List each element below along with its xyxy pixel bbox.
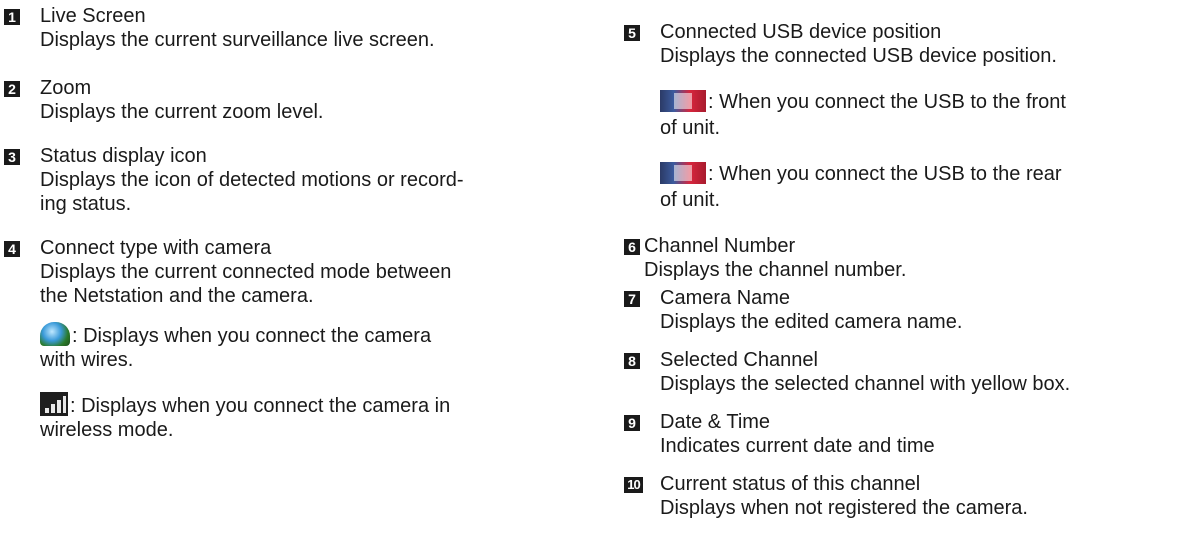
number-badge: 5 [624, 25, 640, 41]
item-title: Channel Number [644, 235, 796, 257]
number-badge: 10 [624, 477, 643, 493]
item-title: Connect type with camera [40, 237, 272, 259]
note-text: : When you connect the USB to the rear [708, 163, 1062, 185]
number-badge: 2 [4, 81, 20, 97]
note-wireless: : Displays when you connect the camera i… [40, 392, 580, 442]
item-title: Connected USB device position [660, 21, 942, 43]
item-description: Displays the current connected mode betw… [40, 261, 452, 283]
note-text: : Displays when you connect the camera i… [70, 395, 451, 417]
note-usb-rear: : When you connect the USB to the rear [660, 162, 1177, 186]
item-description: Displays the current surveillance live s… [40, 29, 435, 51]
item-description: Displays the current zoom level. [40, 101, 324, 123]
item-description: ing status. [40, 193, 132, 215]
item-description: Indicates current date and time [660, 435, 935, 457]
note-text: : When you connect the USB to the front [708, 91, 1066, 113]
number-badge: 3 [4, 149, 20, 165]
number-badge: 9 [624, 415, 640, 431]
item-title: Date & Time [660, 411, 771, 433]
item-description: the Netstation and the camera. [40, 285, 314, 307]
item-title: Camera Name [660, 287, 791, 309]
note-wired: : Displays when you connect the camera w… [40, 322, 580, 372]
item-title: Selected Channel [660, 349, 818, 371]
note-text: wireless mode. [40, 419, 174, 441]
note-text: with wires. [40, 349, 134, 371]
item-title: Current status of this channel [660, 473, 921, 495]
number-badge: 7 [624, 291, 640, 307]
item-title: Status display icon [40, 145, 207, 167]
note-text: of unit. [660, 189, 721, 211]
number-badge: 6 [624, 239, 640, 255]
number-badge: 8 [624, 353, 640, 369]
item-description: Displays the edited camera name. [660, 311, 963, 333]
item-description: Displays when not registered the camera. [660, 497, 1028, 519]
item-description: Displays the icon of detected motions or… [40, 169, 464, 191]
item-description: Displays the connected USB device positi… [660, 45, 1057, 67]
note-text: : Displays when you connect the camera [72, 325, 432, 347]
note-text: of unit. [660, 117, 721, 139]
usb-front-icon [660, 90, 706, 112]
item-description: Displays the selected channel with yello… [660, 373, 1071, 395]
number-badge: 1 [4, 9, 20, 25]
number-badge: 4 [4, 241, 20, 257]
usb-rear-icon [660, 162, 706, 184]
item-title: Zoom [40, 77, 92, 99]
globe-network-icon [40, 322, 70, 346]
item-description: Displays the channel number. [644, 259, 907, 281]
note-usb-front: : When you connect the USB to the front [660, 90, 1177, 114]
wireless-signal-icon [40, 392, 68, 416]
manual-page: 1 Live Screen Displays the current surve… [0, 0, 1177, 546]
item-title: Live Screen [40, 5, 146, 27]
